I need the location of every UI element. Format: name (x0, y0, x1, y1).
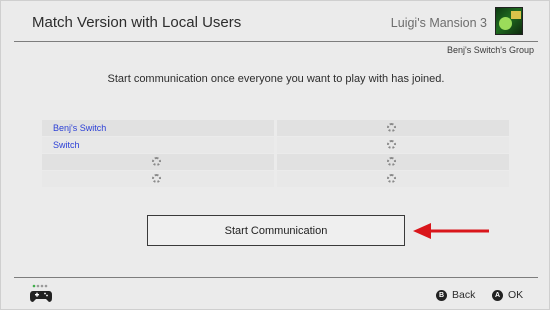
player-slot (277, 120, 509, 136)
loading-spinner-icon (387, 140, 396, 149)
player-row: Switch (42, 137, 509, 154)
footer-divider (14, 277, 538, 278)
ok-label: OK (508, 289, 524, 301)
controller-icon (30, 284, 52, 302)
loading-spinner-icon (152, 157, 161, 166)
ok-button[interactable]: A OK (492, 289, 523, 301)
game-logo (511, 11, 521, 19)
game-title: Luigi's Mansion 3 (390, 16, 487, 30)
game-icon (495, 7, 523, 35)
start-communication-button[interactable]: Start Communication (147, 215, 405, 246)
loading-spinner-icon (152, 174, 161, 183)
player-slot (277, 154, 509, 170)
player-row: Benj's Switch (42, 120, 509, 137)
player-slot (42, 154, 274, 170)
player-row (42, 171, 509, 188)
console-screen: Match Version with Local Users Luigi's M… (0, 0, 550, 310)
page-title: Match Version with Local Users (32, 14, 242, 31)
player-name: Benj's Switch (53, 123, 107, 133)
header: Match Version with Local Users Luigi's M… (1, 1, 550, 41)
back-label: Back (452, 289, 476, 301)
player-slot: Benj's Switch (42, 120, 274, 136)
a-button-icon: A (492, 289, 503, 301)
group-label: Benj's Switch's Group (447, 45, 534, 55)
red-arrow-icon (413, 223, 489, 239)
loading-spinner-icon (387, 157, 396, 166)
back-button[interactable]: B Back (436, 289, 475, 301)
player-row (42, 154, 509, 171)
player-grid: Benj's Switch Switch (42, 120, 509, 188)
player-slot: Switch (42, 137, 274, 153)
header-divider (14, 41, 538, 42)
b-button-icon: B (436, 289, 447, 301)
loading-spinner-icon (387, 123, 396, 132)
player-slot (277, 171, 509, 187)
instruction-text: Start communication once everyone you wa… (107, 73, 445, 85)
player-slot (277, 137, 509, 153)
player-name: Switch (53, 140, 80, 150)
loading-spinner-icon (387, 174, 396, 183)
player-slot (42, 171, 274, 187)
